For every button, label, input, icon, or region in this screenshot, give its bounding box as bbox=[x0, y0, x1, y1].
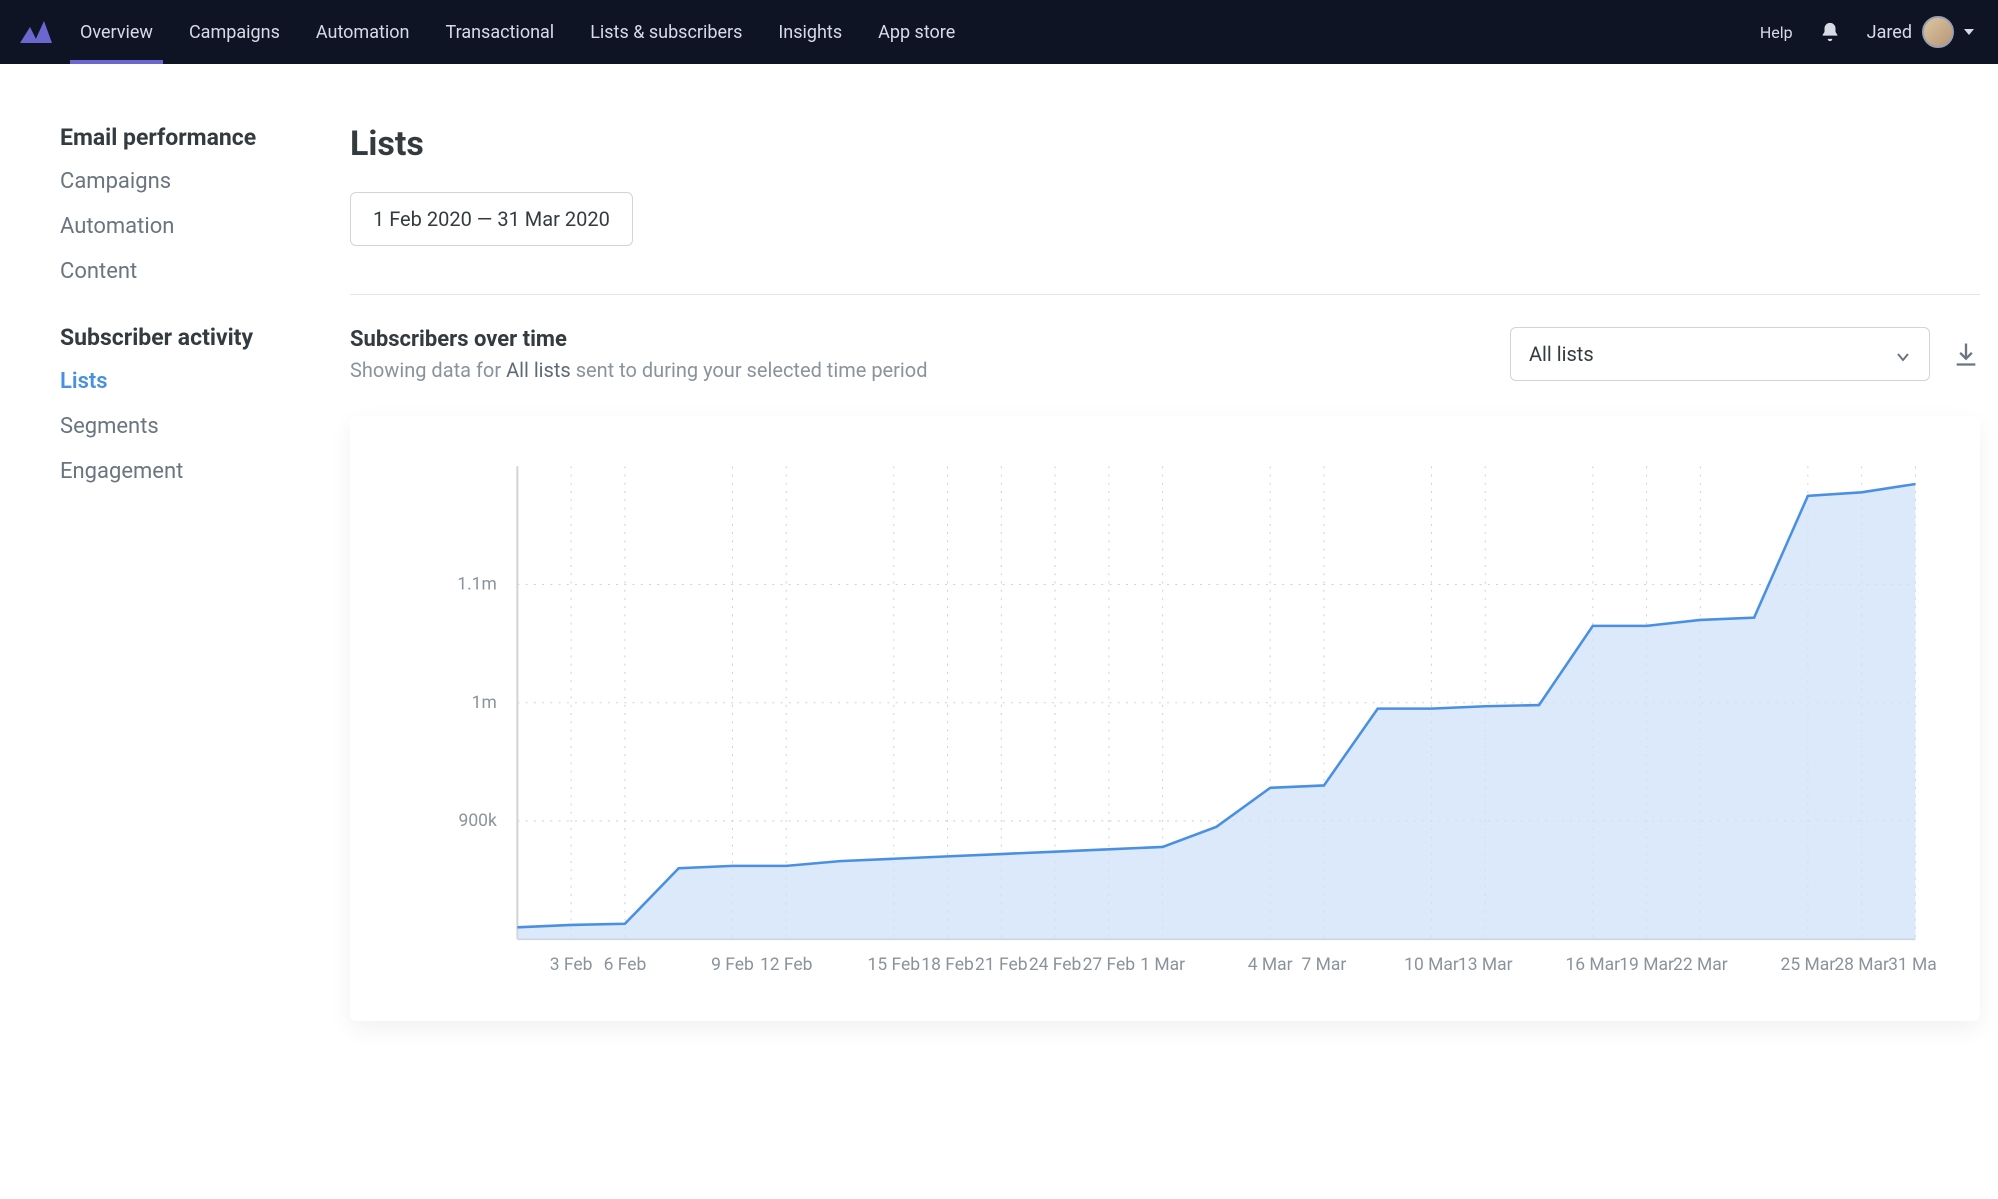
nav-item-overview[interactable]: Overview bbox=[80, 0, 153, 64]
user-menu[interactable]: Jared bbox=[1867, 16, 1974, 48]
svg-text:21 Feb: 21 Feb bbox=[975, 955, 1028, 975]
sidebar-item-lists[interactable]: Lists bbox=[60, 369, 300, 394]
sidebar: Email performance Campaigns Automation Con… bbox=[60, 124, 300, 1021]
nav-item-lists-subscribers[interactable]: Lists & subscribers bbox=[590, 0, 742, 64]
help-link[interactable]: Help bbox=[1760, 23, 1793, 42]
dropdown-value: All lists bbox=[1529, 342, 1594, 366]
date-range-picker[interactable]: 1 Feb 2020 — 31 Mar 2020 bbox=[350, 192, 633, 246]
svg-text:16 Mar: 16 Mar bbox=[1565, 955, 1620, 975]
main-content: Lists 1 Feb 2020 — 31 Mar 2020 Subscribe… bbox=[350, 124, 1980, 1021]
nav-item-insights[interactable]: Insights bbox=[778, 0, 842, 64]
svg-text:15 Feb: 15 Feb bbox=[868, 955, 921, 975]
svg-text:19 Mar: 19 Mar bbox=[1619, 955, 1674, 975]
svg-text:31 Mar: 31 Mar bbox=[1888, 955, 1936, 975]
svg-text:900k: 900k bbox=[459, 811, 497, 831]
sidebar-item-content[interactable]: Content bbox=[60, 259, 300, 284]
nav-item-campaigns[interactable]: Campaigns bbox=[189, 0, 280, 64]
svg-text:9 Feb: 9 Feb bbox=[711, 955, 754, 975]
sidebar-item-segments[interactable]: Segments bbox=[60, 414, 300, 439]
sidebar-group1-title: Email performance bbox=[60, 124, 300, 151]
avatar bbox=[1922, 16, 1954, 48]
svg-text:7 Mar: 7 Mar bbox=[1302, 955, 1347, 975]
svg-text:3 Feb: 3 Feb bbox=[550, 955, 593, 975]
svg-text:10 Mar: 10 Mar bbox=[1404, 955, 1459, 975]
topnav: Overview Campaigns Automation Transactional… bbox=[0, 0, 1998, 64]
nav-item-transactional[interactable]: Transactional bbox=[445, 0, 554, 64]
nav-items: Overview Campaigns Automation Transactional… bbox=[80, 0, 955, 64]
svg-text:18 Feb: 18 Feb bbox=[921, 955, 974, 975]
svg-text:6 Feb: 6 Feb bbox=[604, 955, 647, 975]
sidebar-group2-title: Subscriber activity bbox=[60, 324, 300, 351]
list-selector-dropdown[interactable]: All lists bbox=[1510, 327, 1930, 381]
sidebar-item-engagement[interactable]: Engagement bbox=[60, 459, 300, 484]
notifications-icon[interactable] bbox=[1819, 21, 1841, 43]
nav-item-automation[interactable]: Automation bbox=[316, 0, 410, 64]
chevron-down-icon bbox=[1895, 346, 1911, 362]
svg-text:28 Mar: 28 Mar bbox=[1834, 955, 1889, 975]
svg-text:1 Mar: 1 Mar bbox=[1140, 955, 1185, 975]
section-title: Subscribers over time bbox=[350, 327, 927, 352]
svg-text:13 Mar: 13 Mar bbox=[1458, 955, 1513, 975]
user-name: Jared bbox=[1867, 22, 1912, 43]
svg-text:22 Mar: 22 Mar bbox=[1673, 955, 1728, 975]
svg-text:25 Mar: 25 Mar bbox=[1781, 955, 1836, 975]
svg-text:1.1m: 1.1m bbox=[457, 575, 497, 595]
section-subtitle: Showing data for All lists sent to durin… bbox=[350, 358, 927, 382]
svg-text:1m: 1m bbox=[472, 693, 497, 713]
sidebar-item-automation[interactable]: Automation bbox=[60, 214, 300, 239]
svg-text:24 Feb: 24 Feb bbox=[1029, 955, 1082, 975]
download-icon[interactable] bbox=[1952, 340, 1980, 368]
divider bbox=[350, 294, 1980, 295]
svg-text:27 Feb: 27 Feb bbox=[1083, 955, 1136, 975]
subscribers-chart: 900k 1m 1.1m 3 Feb 6 Feb 9 Feb 12 Feb 15 Feb18 … bbox=[350, 416, 1980, 1021]
svg-text:12 Feb: 12 Feb bbox=[760, 955, 813, 975]
sidebar-item-campaigns[interactable]: Campaigns bbox=[60, 169, 300, 194]
area-chart: 900k 1m 1.1m 3 Feb 6 Feb 9 Feb 12 Feb 15 Feb18 … bbox=[394, 456, 1936, 991]
nav-right: Help Jared bbox=[1760, 16, 1974, 48]
caret-down-icon bbox=[1964, 29, 1974, 35]
brand-logo[interactable] bbox=[20, 21, 52, 43]
svg-text:4 Mar: 4 Mar bbox=[1248, 955, 1293, 975]
page-title: Lists bbox=[350, 124, 1980, 164]
nav-item-app-store[interactable]: App store bbox=[878, 0, 955, 64]
